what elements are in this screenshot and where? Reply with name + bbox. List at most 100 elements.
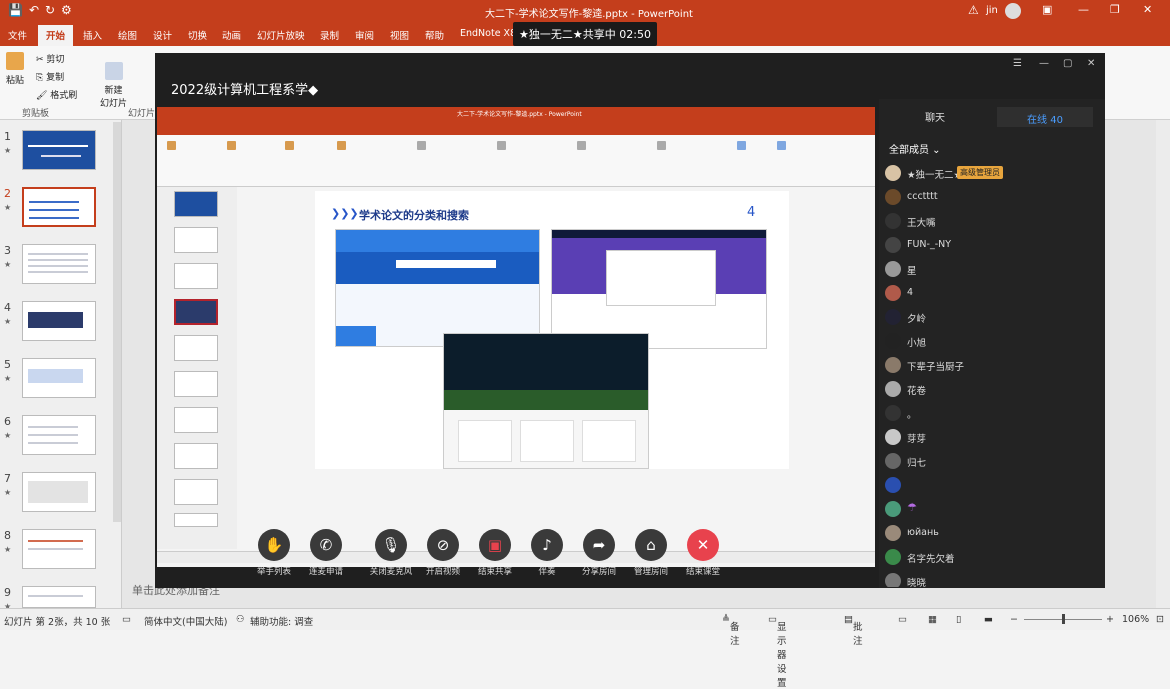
tab-animations[interactable]: 动画 [222,28,241,42]
tab-endnote[interactable]: EndNote X8 [460,28,516,39]
cnki-screenshot [335,229,540,347]
spellcheck-icon[interactable]: ▭ [122,614,131,625]
thumbnail-2[interactable]: 2 ★ [0,187,110,237]
member-item[interactable]: 花卷 [885,379,1095,403]
tab-file[interactable]: 文件 [8,28,27,42]
new-slide-button[interactable]: 新建 幻灯片 [100,52,127,109]
member-item[interactable]: 。 [885,403,1095,427]
thumbnail-3[interactable]: 3 ★ [0,244,110,294]
member-item[interactable]: 王大嘴 [885,211,1095,235]
member-item[interactable] [885,475,1095,499]
maximize-icon[interactable]: ❐ [1110,3,1120,16]
end-class-button[interactable]: ✕ 结束课堂 [677,524,729,577]
scholar-screenshot [551,229,767,349]
member-item[interactable]: 芽芽 [885,427,1095,451]
user-name[interactable]: jin [986,5,998,16]
call-request-button[interactable]: ✆ 连麦申请 [300,524,352,577]
thumbnail-1[interactable]: 1 ★ [0,130,110,180]
avatar[interactable] [1005,3,1021,19]
member-item[interactable]: 下辈子当厨子 [885,355,1095,379]
thumbnail-preview [22,472,96,512]
copy-label: 复制 [46,73,65,83]
thumbnail-7[interactable]: 7 ★ [0,472,110,522]
stop-share-button[interactable]: ▣ 结束共享 [469,524,521,577]
maximize-icon[interactable]: ▢ [1063,58,1072,69]
member-filter-dropdown[interactable]: 全部成员 ⌄ [889,141,941,156]
close-icon[interactable]: ✕ [1143,3,1152,16]
meeting-title-text: 2022级计算机工程系学 [171,83,309,98]
quick-access-icons[interactable]: 💾↶↻⚙ [8,3,78,17]
sorter-view-icon[interactable]: ▦ [928,614,937,625]
thumbnail-preview [22,244,96,284]
copy-button[interactable]: ⎘ 复制 [36,70,64,83]
thumbnail-8[interactable]: 8 ★ [0,529,110,579]
zoom-in-button[interactable]: + [1106,614,1114,625]
format-painter-button[interactable]: 🖌 格式刷 [36,88,77,101]
hand-raise-list-button[interactable]: ✋ 举手列表 [248,524,300,577]
thumbnail-number: 3 [4,244,11,257]
mic-toggle-button[interactable]: 🎙 关闭麦克风 [365,524,417,577]
comments-button[interactable]: ▤ 批注 [844,614,863,647]
thumbnail-preview [22,415,96,455]
tab-online[interactable]: 在线 40 [997,107,1093,127]
tab-record[interactable]: 录制 [320,28,339,42]
tab-view[interactable]: 视图 [390,28,409,42]
member-item[interactable]: 归七 [885,451,1095,475]
thumbnail-preview [22,130,96,170]
member-item[interactable]: 星 [885,259,1095,283]
clipboard-icon [6,52,24,70]
new-slide-icon [104,62,123,80]
tab-help[interactable]: 帮助 [425,28,444,42]
slideshow-view-icon[interactable]: ▬ [984,614,993,625]
reading-view-icon[interactable]: ▯ [956,614,961,625]
display-settings-button[interactable]: ▭ 显示器设置 [768,614,787,689]
thumbnail-4[interactable]: 4 ★ [0,301,110,351]
share-room-button[interactable]: ➦ 分享房间 [573,524,625,577]
paste-button[interactable]: 粘贴 [6,52,24,86]
menu-icon[interactable]: ☰ [1013,58,1022,69]
warning-icon[interactable]: ⚠ [968,3,979,17]
hand-raise-icon: ✋ [258,529,290,561]
member-item[interactable]: ccctttt [885,187,1095,211]
normal-view-icon[interactable]: ▭ [898,614,907,625]
zoom-out-button[interactable]: − [1010,614,1018,625]
tab-transitions[interactable]: 切换 [188,28,207,42]
member-name: 4 [907,287,914,298]
tab-review[interactable]: 审阅 [355,28,374,42]
member-item[interactable]: 4 [885,283,1095,307]
tab-draw[interactable]: 绘图 [118,28,137,42]
accompaniment-button[interactable]: ♪ 伴奏 [521,524,573,577]
member-item[interactable]: ★独一无二★ 高级管理员 [885,163,1095,187]
thumbnails-scrollbar[interactable] [113,122,121,522]
thumbnail-preview [22,358,96,398]
member-item[interactable]: 小旭 [885,331,1095,355]
tab-insert[interactable]: 插入 [83,28,102,42]
ribbon-display-icon[interactable]: ▣ [1042,3,1052,16]
video-toggle-button[interactable]: ⊘ 开启视频 [417,524,469,577]
minimize-icon[interactable]: — [1078,3,1089,16]
minimize-icon[interactable]: — [1039,58,1049,69]
member-item[interactable]: ☂ [885,499,1095,523]
thumbnail-6[interactable]: 6 ★ [0,415,110,465]
tab-chat[interactable]: 聊天 [925,109,945,124]
tab-design[interactable]: 设计 [153,28,172,42]
member-name: 下辈子当厨子 [907,362,965,373]
zoom-slider-thumb[interactable] [1062,614,1065,624]
fit-slide-icon[interactable]: ⊡ [1156,614,1164,625]
tab-slideshow[interactable]: 幻灯片放映 [257,28,305,42]
manage-room-button[interactable]: ⌂ 管理房间 [625,524,677,577]
tab-home[interactable]: 开始 [38,25,74,46]
editor-scrollbar[interactable] [1156,120,1170,608]
thumbnail-5[interactable]: 5 ★ [0,358,110,408]
member-item[interactable]: FUN-_-NY [885,235,1095,259]
language-indicator[interactable]: 简体中文(中国大陆) [144,614,227,628]
shared-ribbon [157,135,875,187]
cut-button[interactable]: ✂ 剪切 [36,52,64,65]
close-icon[interactable]: ✕ [1087,58,1095,69]
zoom-level[interactable]: 106% [1122,614,1149,625]
accessibility-status[interactable]: 辅助功能: 调查 [250,614,313,628]
notes-button[interactable]: ≜ 备注 [722,614,739,647]
mic-icon: 🎙 [375,529,407,561]
member-item[interactable]: 夕岭 [885,307,1095,331]
accessibility-icon[interactable]: ⚇ [236,614,245,625]
